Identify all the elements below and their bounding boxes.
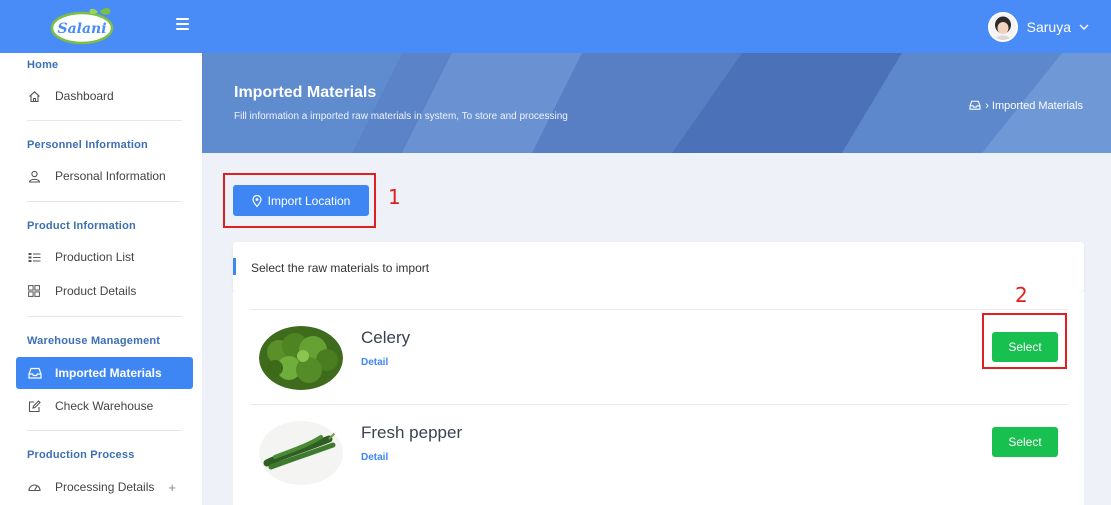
select-button[interactable]: Select [992,427,1058,457]
celery-image [259,326,343,390]
gauge-icon [27,480,41,494]
section-title-warehouse: Warehouse Management [27,335,161,347]
user-name: Saruya [1026,19,1071,35]
annotation-box [223,173,376,228]
list-item: Celery Detail Select [250,309,1068,404]
section-title-personnel: Personnel Information [27,139,148,151]
annotation-box [982,313,1067,369]
sidebar-item-personal-information[interactable]: Personal Information [27,166,166,186]
accent-bar [233,258,236,275]
list-icon [27,250,41,264]
materials-list: Celery Detail Select Fresh pepper Detail… [233,292,1084,505]
home-icon [27,89,41,103]
menu-toggle-icon[interactable] [176,18,189,32]
section-title-production-process: Production Process [27,449,135,461]
svg-text:Salani: Salani [57,21,106,37]
sidebar-item-label: Production List [55,250,135,264]
sidebar-item-label: Imported Materials [55,366,162,380]
section-title-product: Product Information [27,220,136,232]
material-name: Fresh pepper [361,423,463,442]
sidebar-item-label: Dashboard [55,89,114,103]
annotation-marker: 1 [388,185,401,209]
breadcrumb-current: › Imported Materials [985,100,1083,112]
edit-icon [27,399,41,413]
sidebar-item-check-warehouse[interactable]: Check Warehouse [27,396,153,416]
pepper-image [259,421,343,485]
expand-icon[interactable]: + [168,480,176,495]
list-item: Fresh pepper Detail Select [250,404,1068,499]
brand-logo[interactable]: Salani [48,4,116,46]
detail-link[interactable]: Detail [361,452,388,463]
avatar [987,12,1018,42]
grid-icon [27,284,41,298]
divider [27,120,182,121]
top-bar: Salani Saruya [0,0,1111,53]
sidebar: Home Dashboard Personnel Information Per… [0,53,202,505]
breadcrumb: › Imported Materials [969,100,1083,112]
material-name: Celery [361,328,411,347]
annotation-marker: 2 [1015,283,1028,307]
user-icon [27,169,41,183]
sidebar-item-processing-details[interactable]: Processing Details + [27,477,176,497]
sidebar-item-product-details[interactable]: Product Details [27,281,136,301]
inbox-icon [28,366,42,380]
sidebar-item-production-list[interactable]: Production List [27,247,134,267]
detail-link[interactable]: Detail [361,357,388,368]
page-banner: Imported Materials Fill information a im… [202,53,1111,153]
divider [27,201,182,202]
divider [27,430,182,431]
section-title-home: Home [27,59,59,71]
page-subtitle: Fill information a imported raw material… [234,111,568,122]
sidebar-item-imported-materials[interactable]: Imported Materials [16,357,193,389]
sidebar-item-label: Personal Information [55,169,166,183]
sidebar-item-label: Product Details [55,284,137,298]
panel-title: Select the raw materials to import [251,261,430,275]
page-title: Imported Materials [234,84,377,101]
inbox-icon[interactable] [969,100,981,112]
sidebar-item-dashboard[interactable]: Dashboard [27,86,114,106]
panel-header: Select the raw materials to import [233,242,1084,292]
sidebar-item-label: Processing Details [55,480,155,494]
user-menu[interactable]: Saruya [987,12,1089,42]
divider [27,316,182,317]
sidebar-item-label: Check Warehouse [55,399,154,413]
chevron-down-icon [1079,22,1089,33]
